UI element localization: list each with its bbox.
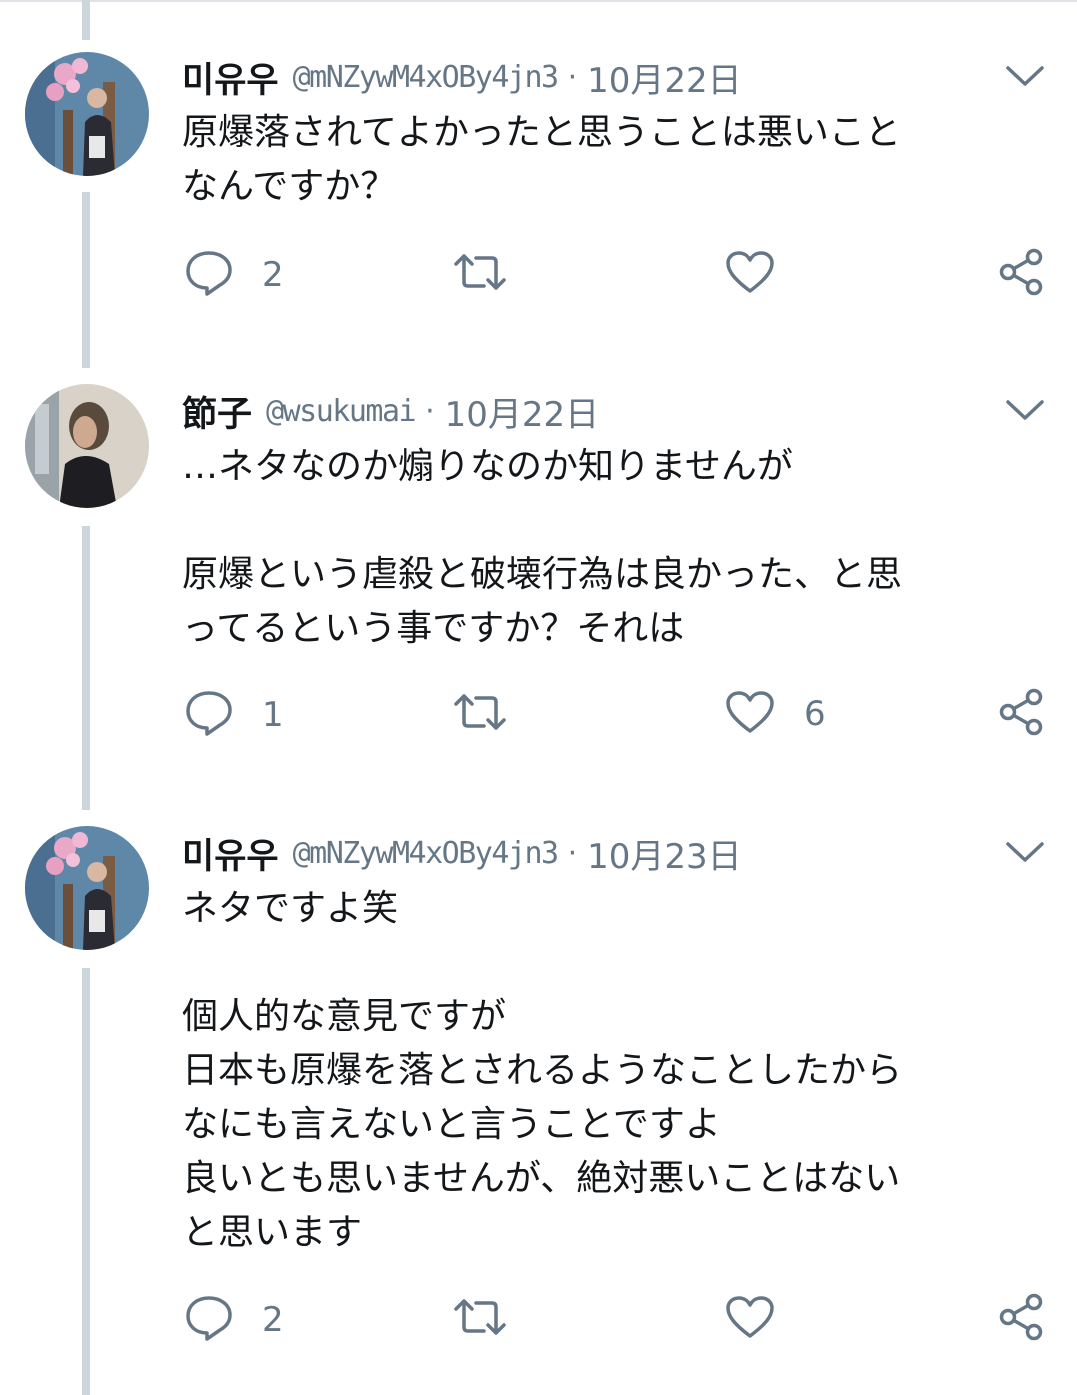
share-button[interactable] [996, 688, 1046, 740]
reply-button[interactable]: 2 [184, 249, 284, 301]
top-divider [0, 0, 1077, 2]
user-handle[interactable]: @wsukumai [266, 394, 417, 429]
like-button[interactable] [724, 249, 804, 299]
tweet-header: 미유우 @mNZywM4xOBy4jn3 · 10月22日 [182, 52, 742, 101]
tweet-text: ネタですよ笑 個人的な意見ですが 日本も原爆を落とされるようなことしたから なに… [182, 888, 903, 1253]
thread-line [82, 192, 90, 368]
tweet-text: 原爆落されてよかったと思うことは悪いこと なんですか？ [182, 112, 901, 207]
thread-line [82, 968, 90, 1395]
thread-line [82, 526, 90, 810]
reply-count: 2 [262, 1300, 284, 1340]
reply-count: 1 [262, 695, 284, 735]
avatar[interactable] [25, 52, 149, 176]
reply-button[interactable]: 2 [184, 1294, 284, 1346]
timestamp[interactable]: 10月22日 [445, 395, 600, 435]
share-icon [996, 248, 1046, 300]
retweet-button[interactable] [452, 692, 536, 736]
like-count: 6 [804, 694, 826, 734]
avatar[interactable] [25, 826, 149, 950]
heart-icon [724, 249, 776, 299]
heart-icon [724, 689, 776, 739]
tweet-header: 節子 @wsukumai · 10月22日 [182, 386, 599, 435]
reply-count: 2 [262, 255, 284, 295]
retweet-icon [452, 252, 508, 296]
thread-line [82, 0, 90, 40]
tweet-text: …ネタなのか煽りなのか知りませんが 原爆という虐殺と破壊行為は良かった、と思 っ… [182, 446, 903, 649]
display-name[interactable]: 미유우 [182, 61, 279, 101]
share-icon [996, 688, 1046, 740]
like-button[interactable] [724, 1294, 804, 1344]
like-button[interactable]: 6 [724, 689, 826, 739]
user-handle[interactable]: @mNZywM4xOBy4jn3 [293, 60, 559, 95]
retweet-icon [452, 692, 508, 736]
separator: · [567, 60, 578, 95]
heart-icon [724, 1294, 776, 1344]
tweet-header: 미유우 @mNZywM4xOBy4jn3 · 10月23日 [182, 828, 742, 877]
timestamp[interactable]: 10月23日 [587, 837, 742, 877]
chevron-down-icon[interactable] [1002, 836, 1048, 866]
share-icon [996, 1293, 1046, 1345]
retweet-button[interactable] [452, 252, 536, 296]
separator: · [425, 394, 435, 429]
reply-icon [184, 249, 234, 301]
display-name[interactable]: 미유우 [182, 837, 279, 877]
separator: · [567, 836, 578, 871]
share-button[interactable] [996, 1293, 1046, 1345]
display-name[interactable]: 節子 [182, 395, 252, 435]
reply-button[interactable]: 1 [184, 689, 284, 741]
timestamp[interactable]: 10月22日 [587, 61, 742, 101]
share-button[interactable] [996, 248, 1046, 300]
retweet-button[interactable] [452, 1297, 536, 1341]
avatar[interactable] [25, 384, 149, 508]
user-handle[interactable]: @mNZywM4xOBy4jn3 [293, 836, 559, 871]
chevron-down-icon[interactable] [1002, 394, 1048, 424]
reply-icon [184, 689, 234, 741]
retweet-icon [452, 1297, 508, 1341]
chevron-down-icon[interactable] [1002, 60, 1048, 90]
reply-icon [184, 1294, 234, 1346]
